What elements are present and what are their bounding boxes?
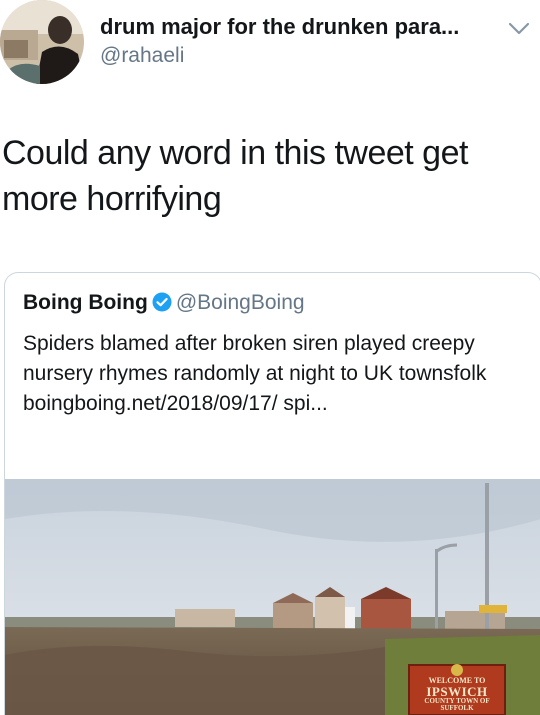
quoted-tweet-text[interactable]: Spiders blamed after broken siren played… xyxy=(23,329,528,419)
quoted-tweet-card[interactable]: Boing Boing @BoingBoing Spiders blamed af… xyxy=(4,272,540,715)
tweet-text: Could any word in this tweet get more ho… xyxy=(2,134,468,218)
quoted-author-handle[interactable]: @BoingBoing xyxy=(176,291,305,314)
author-display-name[interactable]: drum major for the drunken para... xyxy=(100,14,459,40)
author-handle[interactable]: @rahaeli xyxy=(100,44,184,68)
quoted-tweet-photo[interactable]: WELCOME TO IPSWICH COUNTY TOWN OF SUFFOL… xyxy=(5,479,540,715)
sign-line: SUFFOLK xyxy=(440,704,474,712)
quoted-tweet-header: Boing Boing @BoingBoing xyxy=(23,291,305,315)
quoted-author-name[interactable]: Boing Boing xyxy=(23,291,148,314)
verified-badge-icon xyxy=(152,292,172,312)
avatar[interactable] xyxy=(0,0,84,84)
chevron-down-icon[interactable] xyxy=(506,18,532,38)
